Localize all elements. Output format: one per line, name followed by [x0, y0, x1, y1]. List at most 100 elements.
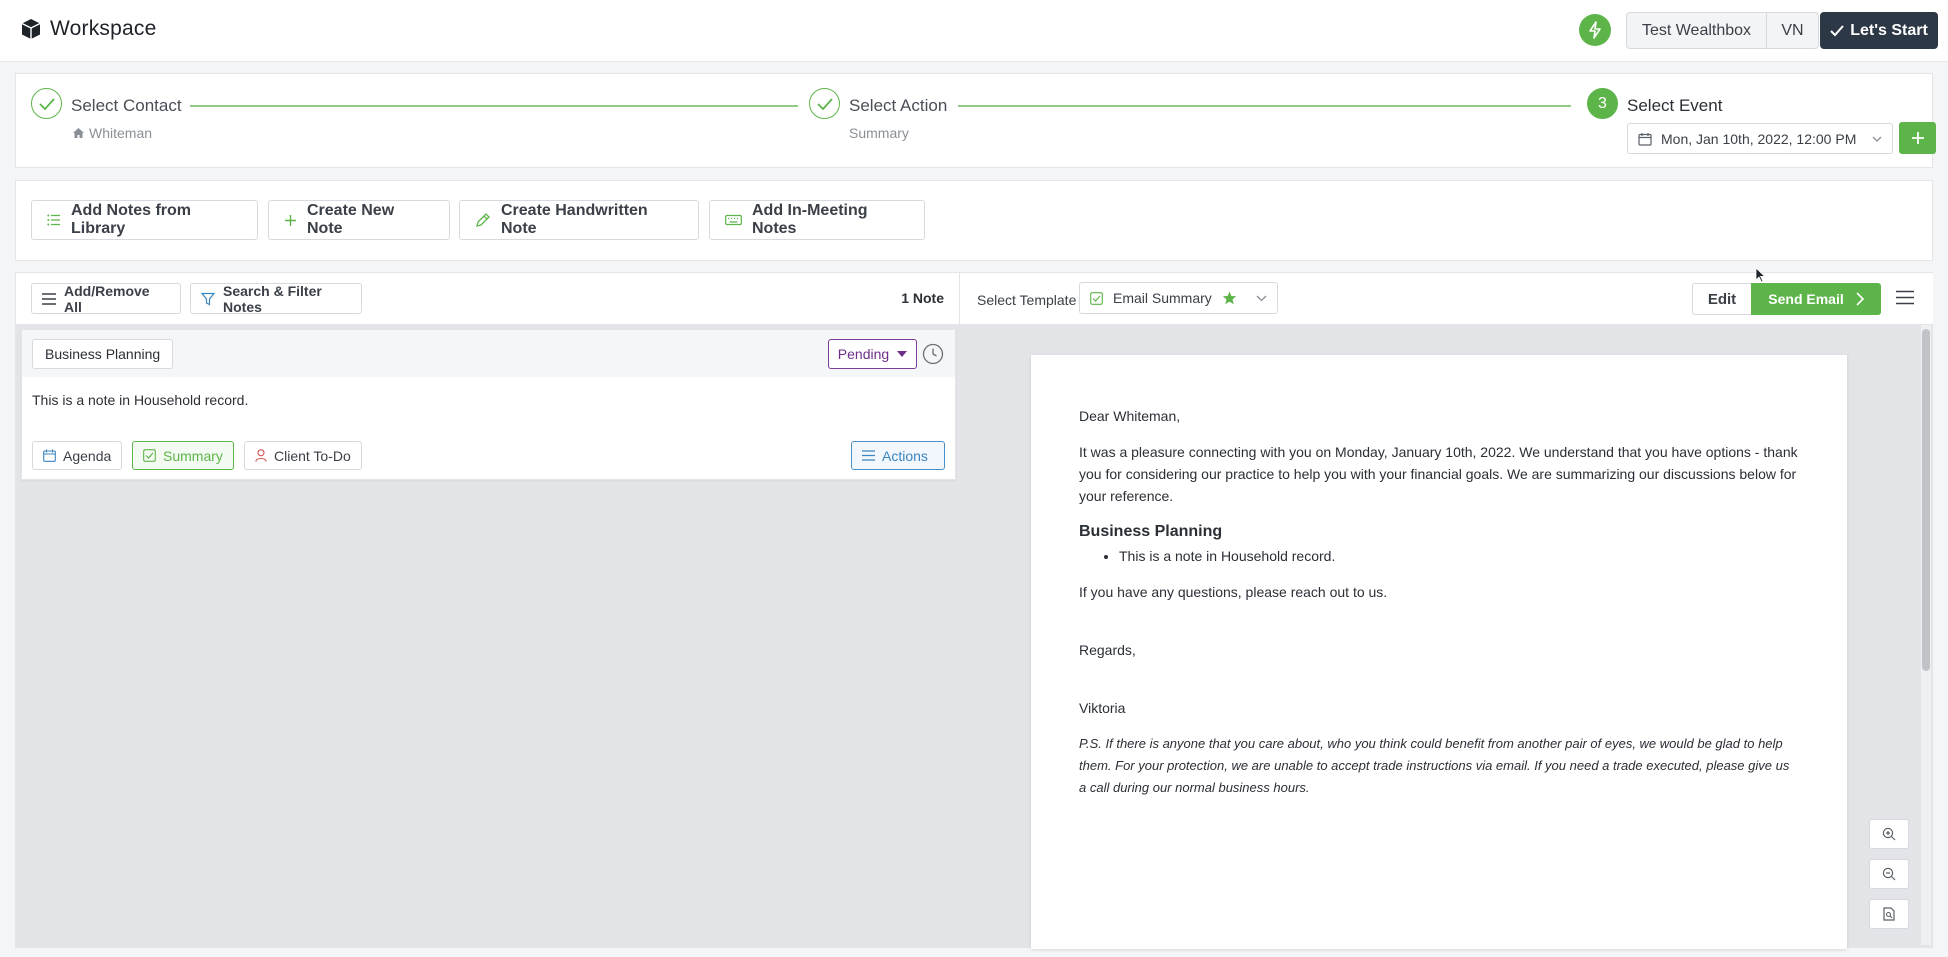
hamburger-icon	[862, 450, 875, 461]
checkbox-icon	[143, 449, 156, 462]
create-new-note-button[interactable]: Create New Note	[268, 200, 450, 240]
preview-scrollbar-thumb[interactable]	[1922, 329, 1930, 671]
user-initials-button[interactable]: VN	[1766, 12, 1819, 49]
summary-chip-label: Summary	[163, 447, 223, 464]
email-section-title: Business Planning	[1079, 523, 1223, 540]
chevron-down-icon	[1872, 136, 1882, 142]
add-remove-all-label: Add/Remove All	[64, 282, 150, 315]
chevron-right-icon	[1856, 292, 1864, 306]
pen-icon	[475, 212, 491, 228]
note-actions-label: Actions	[882, 447, 928, 464]
note-actions-button[interactable]: Actions	[851, 441, 945, 470]
summary-chip[interactable]: Summary	[132, 441, 234, 470]
email-signature: Viktoria	[1079, 700, 1126, 716]
step-contact-title[interactable]: Select Contact	[71, 96, 182, 116]
notes-toolbar: Add/Remove All Search & Filter Notes 1 N…	[16, 273, 960, 325]
step-contact-check-icon[interactable]	[31, 88, 62, 119]
check-icon	[1830, 24, 1844, 37]
workflow-stepper: Select Contact Whiteman Select Action Su…	[15, 73, 1936, 168]
client-todo-chip[interactable]: Client To-Do	[244, 441, 362, 470]
step-connector	[958, 105, 1571, 107]
preview-toolbar: Select Template Email Summary Edit Send …	[959, 273, 1933, 325]
email-intro: It was a pleasure connecting with you on…	[1079, 444, 1798, 504]
event-datetime-select[interactable]: Mon, Jan 10th, 2022, 12:00 PM	[1627, 123, 1893, 154]
calendar-icon	[1638, 132, 1652, 146]
search-filter-notes-label: Search & Filter Notes	[223, 282, 322, 315]
caret-down-icon	[897, 351, 908, 357]
plus-icon	[1911, 131, 1925, 145]
top-bar: Workspace Test Wealthbox VN Let's Start	[0, 0, 1948, 62]
step-event-number[interactable]: 3	[1587, 88, 1618, 119]
step-action-title[interactable]: Select Action	[849, 96, 947, 116]
email-regards: Regards,	[1079, 642, 1136, 658]
step-connector	[190, 105, 798, 107]
event-datetime-value: Mon, Jan 10th, 2022, 12:00 PM	[1661, 130, 1857, 147]
notes-panel: Add/Remove All Search & Filter Notes 1 N…	[15, 272, 960, 948]
add-event-button[interactable]	[1899, 122, 1936, 154]
zoom-out-button[interactable]	[1869, 859, 1909, 889]
cube-icon	[20, 18, 42, 40]
note-status-dropdown[interactable]: Pending	[828, 339, 917, 369]
client-todo-chip-label: Client To-Do	[274, 447, 351, 464]
note-actions-bar: Add Notes from Library Create New Note C…	[15, 180, 1933, 261]
preview-scrollbar[interactable]	[1921, 325, 1931, 945]
zoom-out-icon	[1882, 867, 1896, 881]
fit-page-icon	[1882, 907, 1896, 921]
send-email-button[interactable]: Send Email	[1751, 283, 1881, 315]
template-name: Email Summary	[1113, 290, 1212, 306]
step-action-check-icon[interactable]	[809, 88, 840, 119]
lets-start-button[interactable]: Let's Start	[1820, 12, 1938, 49]
create-handwritten-note-label: Create Handwritten Note	[501, 202, 648, 237]
send-email-label: Send Email	[1768, 291, 1844, 307]
email-section-list: This is a note in Household record.	[1119, 545, 1799, 567]
add-notes-from-library-button[interactable]: Add Notes from Library	[31, 200, 258, 240]
step-contact-subtitle-text: Whiteman	[89, 125, 153, 141]
step-contact-subtitle: Whiteman	[73, 125, 152, 141]
add-in-meeting-notes-label: Add In-Meeting Notes	[752, 202, 868, 237]
step-action-subtitle: Summary	[849, 125, 909, 141]
select-template-label: Select Template	[977, 292, 1077, 308]
preview-menu-icon[interactable]	[1896, 290, 1914, 305]
search-filter-notes-button[interactable]: Search & Filter Notes	[190, 282, 362, 315]
bolt-icon[interactable]	[1579, 14, 1611, 46]
email-section-item: This is a note in Household record.	[1119, 545, 1799, 567]
email-questions: If you have any questions, please reach …	[1079, 584, 1388, 600]
edit-button[interactable]: Edit	[1692, 283, 1752, 315]
brand[interactable]: Workspace	[20, 17, 156, 41]
email-preview-panel: Select Template Email Summary Edit Send …	[959, 272, 1933, 949]
template-select[interactable]: Email Summary	[1079, 282, 1278, 314]
list-icon	[47, 214, 61, 226]
keyboard-icon	[725, 214, 742, 226]
note-body-text: This is a note in Household record.	[32, 392, 249, 408]
clock-icon[interactable]	[922, 343, 944, 365]
zoom-in-icon	[1882, 827, 1896, 841]
agenda-chip[interactable]: Agenda	[32, 441, 123, 470]
hamburger-icon	[42, 292, 56, 305]
add-notes-from-library-label: Add Notes from Library	[71, 202, 191, 237]
mouse-cursor-icon	[1755, 267, 1766, 283]
email-postscript: P.S. If there is anyone that you care ab…	[1079, 736, 1790, 795]
calendar-icon	[43, 449, 56, 462]
note-card-header: Business Planning Pending	[22, 330, 955, 377]
email-document: Dear Whiteman, It was a pleasure connect…	[1031, 355, 1847, 949]
step-event-title[interactable]: Select Event	[1627, 96, 1722, 116]
filter-icon	[201, 292, 215, 306]
add-remove-all-button[interactable]: Add/Remove All	[31, 282, 181, 315]
zoom-in-button[interactable]	[1869, 819, 1909, 849]
create-new-note-label: Create New Note	[307, 202, 395, 237]
lets-start-label: Let's Start	[1850, 21, 1928, 39]
star-icon[interactable]	[1222, 291, 1237, 305]
note-category-tag[interactable]: Business Planning	[32, 339, 174, 369]
note-count: 1 Note	[901, 290, 944, 306]
fit-page-button[interactable]	[1869, 899, 1909, 929]
note-card[interactable]: Business Planning Pending This is a note…	[21, 329, 956, 480]
create-handwritten-note-button[interactable]: Create Handwritten Note	[459, 200, 699, 240]
note-status-label: Pending	[837, 346, 890, 362]
add-in-meeting-notes-button[interactable]: Add In-Meeting Notes	[709, 200, 925, 240]
chevron-down-icon	[1256, 295, 1267, 302]
person-icon	[255, 449, 267, 462]
agenda-chip-label: Agenda	[63, 447, 112, 464]
email-greeting: Dear Whiteman,	[1079, 408, 1181, 424]
account-button[interactable]: Test Wealthbox	[1626, 12, 1767, 49]
home-icon	[73, 128, 84, 138]
